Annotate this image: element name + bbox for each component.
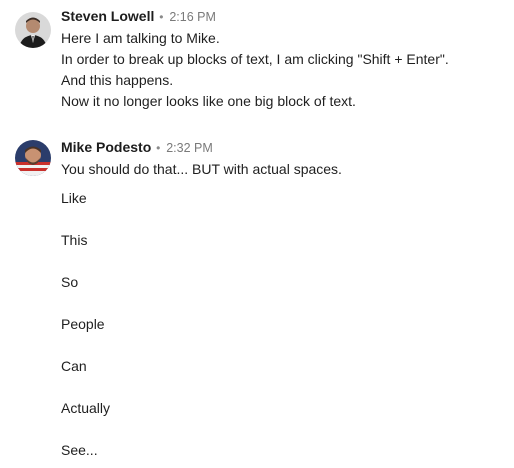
message-header: Steven Lowell • 2:16 PM xyxy=(61,6,510,28)
message-paragraph: So xyxy=(61,274,79,290)
message-content: Mike Podesto • 2:32 PM You should do tha… xyxy=(61,137,510,180)
message-line: And this happens. xyxy=(61,72,174,88)
message-line: You should do that... BUT with actual sp… xyxy=(61,161,342,177)
timestamp[interactable]: 2:16 PM xyxy=(169,10,216,24)
message-paragraph: Like xyxy=(61,190,87,206)
author-name[interactable]: Steven Lowell xyxy=(61,8,154,24)
message-line: Here I am talking to Mike. xyxy=(61,30,220,46)
avatar-mike-podesto[interactable] xyxy=(15,140,51,176)
message-line: In order to break up blocks of text, I a… xyxy=(61,51,449,67)
timestamp[interactable]: 2:32 PM xyxy=(166,141,213,155)
message-paragraph: This xyxy=(61,232,88,248)
avatar-mike-podesto-image xyxy=(15,140,51,176)
message-header: Mike Podesto • 2:32 PM xyxy=(61,137,510,159)
message-paragraph: Actually xyxy=(61,400,111,416)
message-line: Now it no longer looks like one big bloc… xyxy=(61,93,356,109)
message-paragraph: See... xyxy=(61,442,98,458)
message-paragraph: People xyxy=(61,316,105,332)
avatar-steven-lowell-image xyxy=(15,12,51,48)
author-name[interactable]: Mike Podesto xyxy=(61,139,151,155)
avatar-steven-lowell[interactable] xyxy=(15,12,51,48)
separator-dot: • xyxy=(159,10,164,24)
separator-dot: • xyxy=(156,141,161,155)
message-paragraph: Can xyxy=(61,358,87,374)
message-content: Steven Lowell • 2:16 PM Here I am talkin… xyxy=(61,6,510,112)
